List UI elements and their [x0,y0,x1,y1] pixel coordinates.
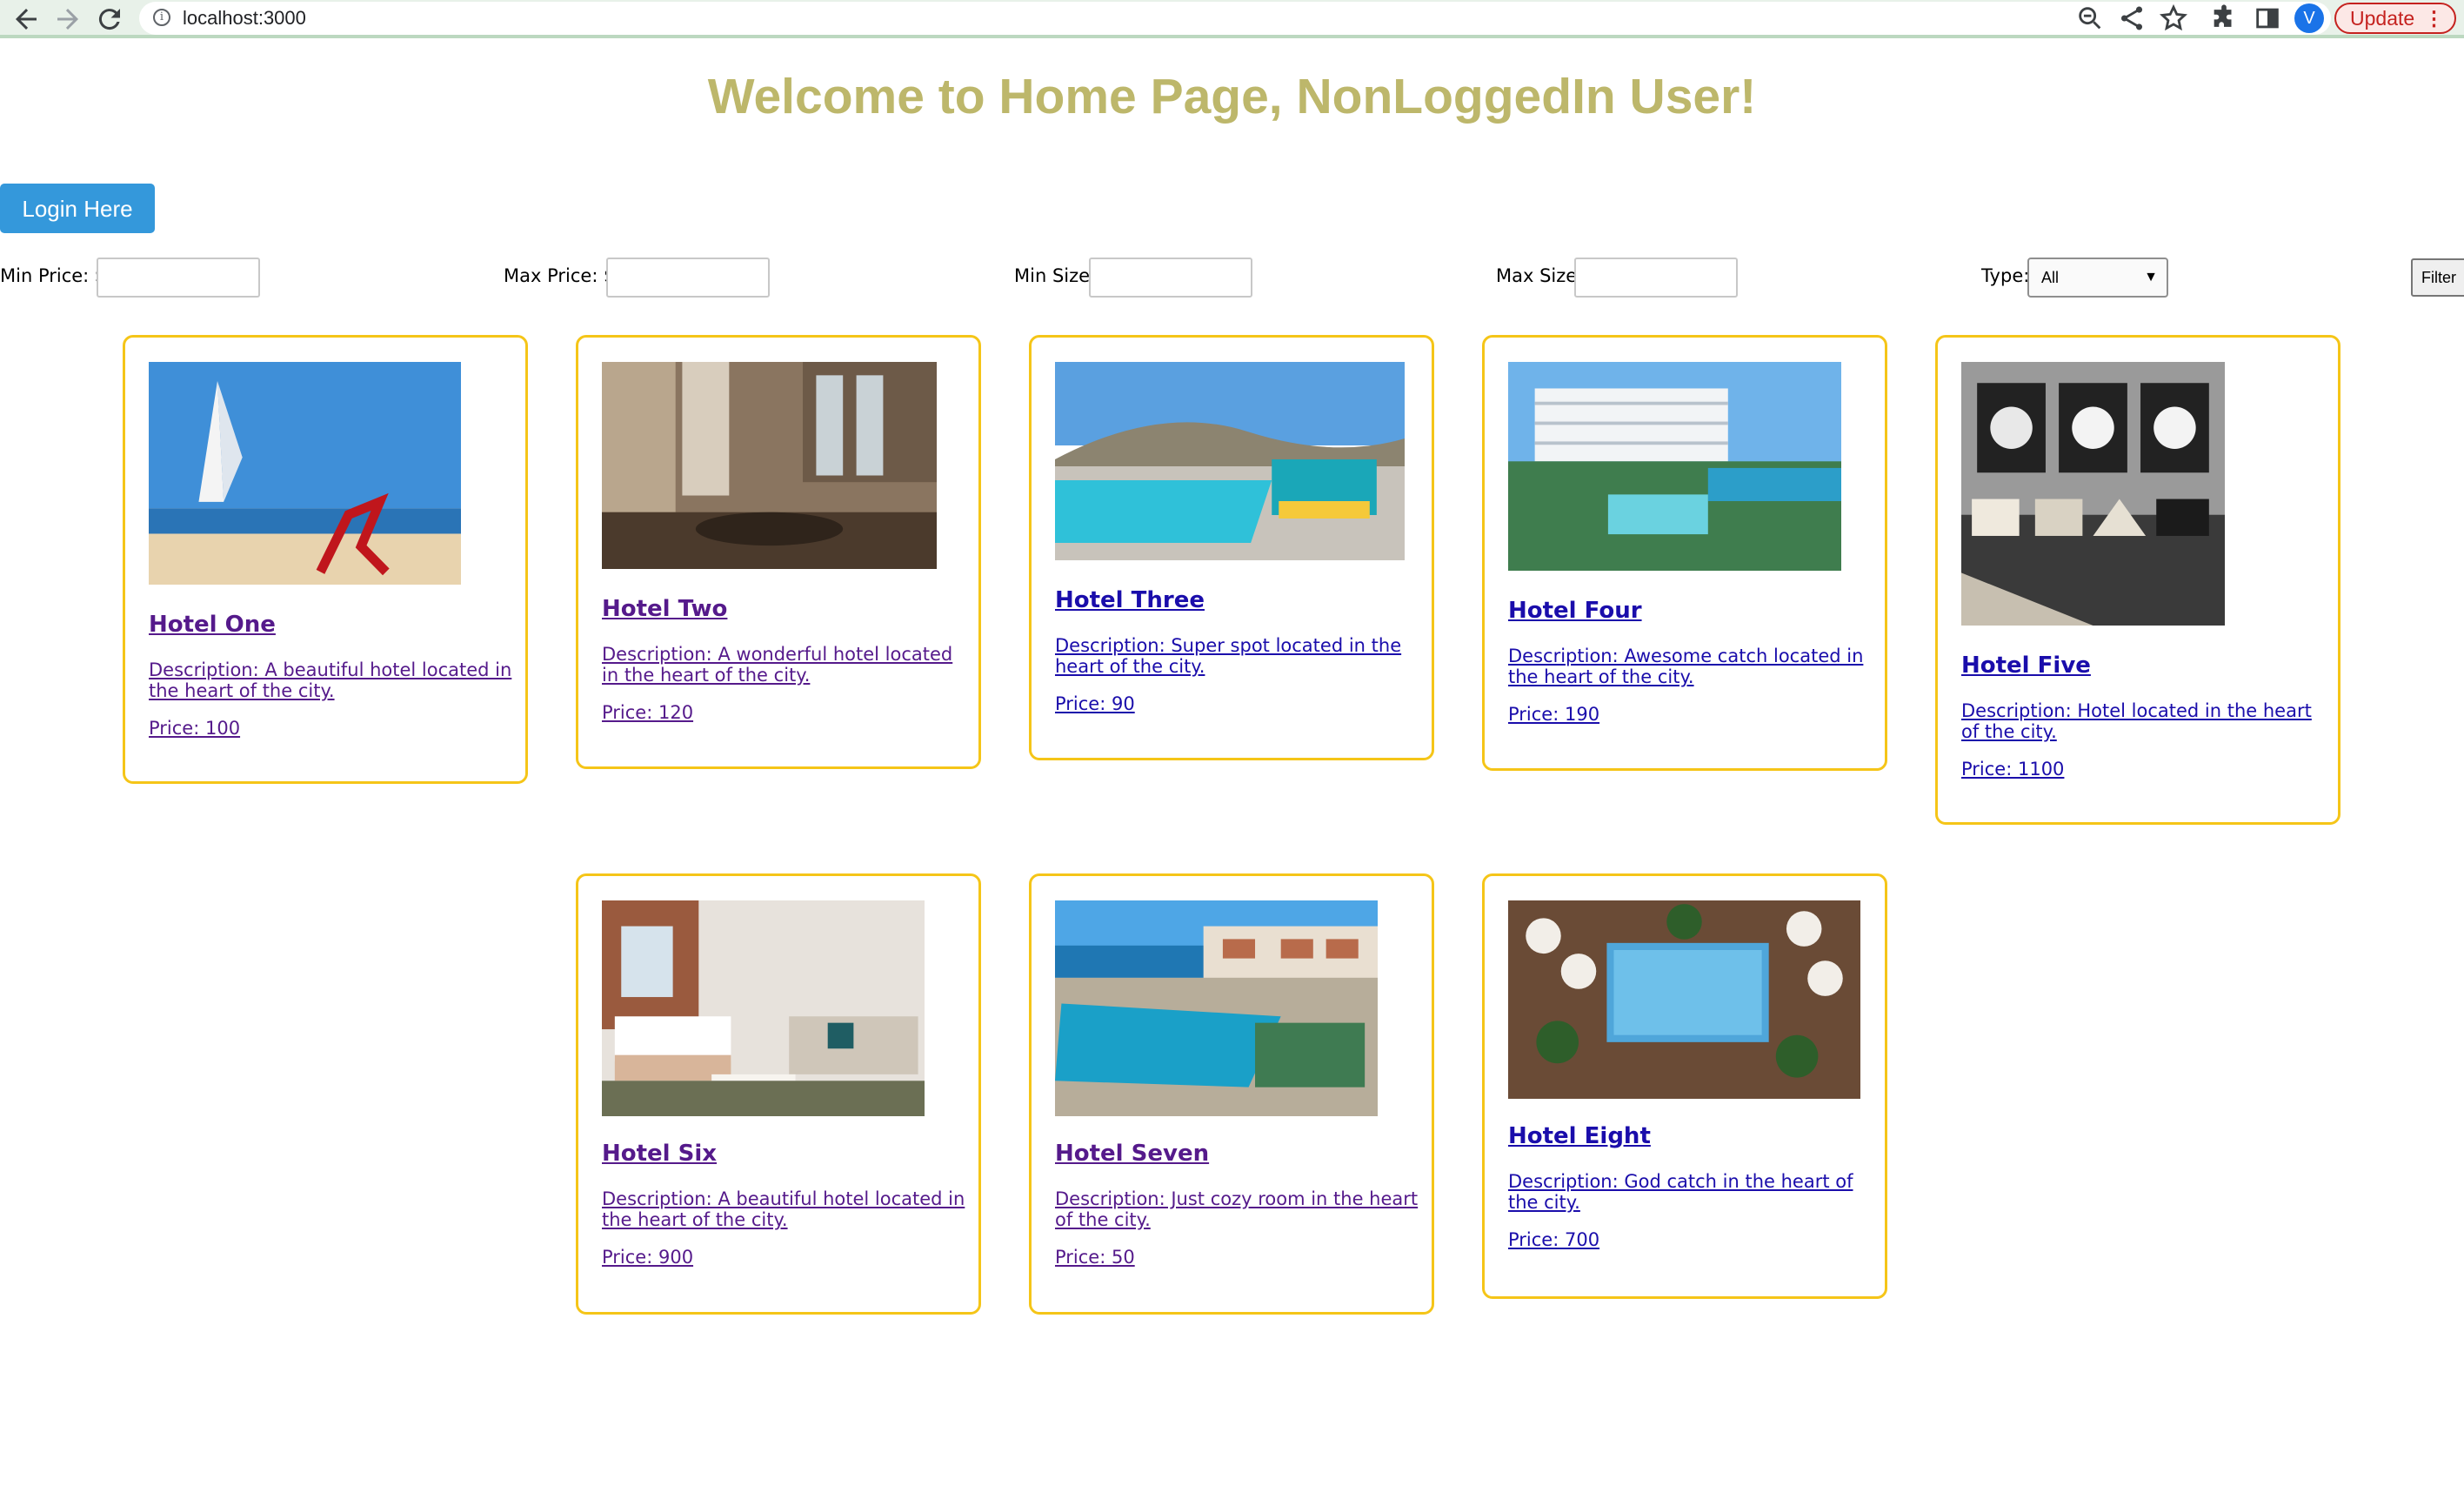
min-price-label: Min Price: $ [0,265,107,286]
hotel-name[interactable]: Hotel Seven [1055,1141,1209,1167]
hotel-image[interactable] [602,362,937,569]
hotel-price[interactable]: Price: 100 [149,718,240,739]
max-size-label: Max Size: [1496,265,1584,286]
hotel-description[interactable]: Description: A beautiful hotel located i… [602,1188,967,1230]
hotel-price[interactable]: Price: 50 [1055,1247,1135,1268]
hotel-image[interactable] [149,362,461,585]
url-text[interactable]: localhost:3000 [183,7,306,30]
hotel-price[interactable]: Price: 700 [1508,1229,1599,1250]
more-vertical-icon: ⋮ [2424,7,2444,30]
hotel-price[interactable]: Price: 1100 [1961,759,2064,780]
hotel-name[interactable]: Hotel Two [602,596,727,622]
hotel-description[interactable]: Description: A wonderful hotel located i… [602,644,967,686]
share-icon[interactable] [2117,3,2147,33]
type-label: Type: [1981,265,2030,286]
hotel-name[interactable]: Hotel Eight [1508,1123,1651,1149]
hotel-price[interactable]: Price: 90 [1055,693,1135,714]
hotel-name[interactable]: Hotel Three [1055,587,1205,613]
hotel-image[interactable] [1055,362,1405,560]
sidepanel-icon[interactable] [2253,3,2282,33]
hotel-image[interactable] [1055,900,1378,1116]
hotel-image[interactable] [602,900,925,1116]
min-price-input[interactable] [97,258,260,298]
update-label: Update [2350,7,2415,30]
hotel-name[interactable]: Hotel Six [602,1141,717,1167]
hotel-image[interactable] [1961,362,2225,626]
hotel-image[interactable] [1508,900,1860,1099]
hotel-price[interactable]: Price: 120 [602,702,693,723]
browser-toolbar: i localhost:3000 V Update ⋮ [0,0,2464,38]
address-bar[interactable]: i localhost:3000 [139,2,2331,35]
arrow-left-icon[interactable] [10,3,42,35]
hotel-price[interactable]: Price: 900 [602,1247,693,1268]
type-selected-value: All [2041,269,2060,286]
min-size-label: Min Size: [1014,265,1097,286]
hotel-price[interactable]: Price: 190 [1508,704,1599,725]
reload-icon[interactable] [94,3,125,35]
hotel-description[interactable]: Description: Hotel located in the heart … [1961,700,2327,742]
zoom-icon[interactable] [2075,3,2105,33]
max-price-input[interactable] [606,258,770,298]
puzzle-icon[interactable] [2209,3,2239,33]
hotel-description[interactable]: Description: Awesome catch located in th… [1508,646,1873,687]
hotel-card[interactable]: Hotel Six Description: A beautiful hotel… [576,873,981,1315]
page-title: Welcome to Home Page, NonLoggedIn User! [707,69,1757,124]
arrow-right-icon[interactable] [52,3,83,35]
hotel-card[interactable]: Hotel Three Description: Super spot loca… [1029,335,1434,760]
hotel-card[interactable]: Hotel Seven Description: Just cozy room … [1029,873,1434,1315]
min-size-input[interactable] [1089,258,1252,298]
star-icon[interactable] [2159,3,2188,33]
hotel-description[interactable]: Description: Super spot located in the h… [1055,635,1420,677]
type-select[interactable]: All ▼ [2027,258,2168,298]
max-size-input[interactable] [1574,258,1738,298]
hotel-description[interactable]: Description: God catch in the heart of t… [1508,1171,1873,1213]
hotel-name[interactable]: Hotel Five [1961,652,2091,679]
hotel-card[interactable]: Hotel Five Description: Hotel located in… [1935,335,2340,825]
hotel-image[interactable] [1508,362,1841,571]
max-price-label: Max Price: $ [504,265,616,286]
login-button[interactable]: Login Here [0,184,155,233]
hotel-description[interactable]: Description: Just cozy room in the heart… [1055,1188,1420,1230]
hotel-description[interactable]: Description: A beautiful hotel located i… [149,659,514,701]
hotel-card[interactable]: Hotel Four Description: Awesome catch lo… [1482,335,1887,771]
hotel-card[interactable]: Hotel Eight Description: God catch in th… [1482,873,1887,1299]
hotel-name[interactable]: Hotel One [149,612,276,638]
update-button[interactable]: Update ⋮ [2334,3,2456,34]
avatar[interactable]: V [2294,3,2324,33]
chevron-down-icon: ▼ [2144,270,2158,284]
hotel-card[interactable]: Hotel One Description: A beautiful hotel… [123,335,528,784]
info-icon[interactable]: i [153,9,170,26]
filter-button[interactable]: Filter [2411,258,2464,297]
hotel-name[interactable]: Hotel Four [1508,598,1642,624]
hotel-card[interactable]: Hotel Two Description: A wonderful hotel… [576,335,981,769]
